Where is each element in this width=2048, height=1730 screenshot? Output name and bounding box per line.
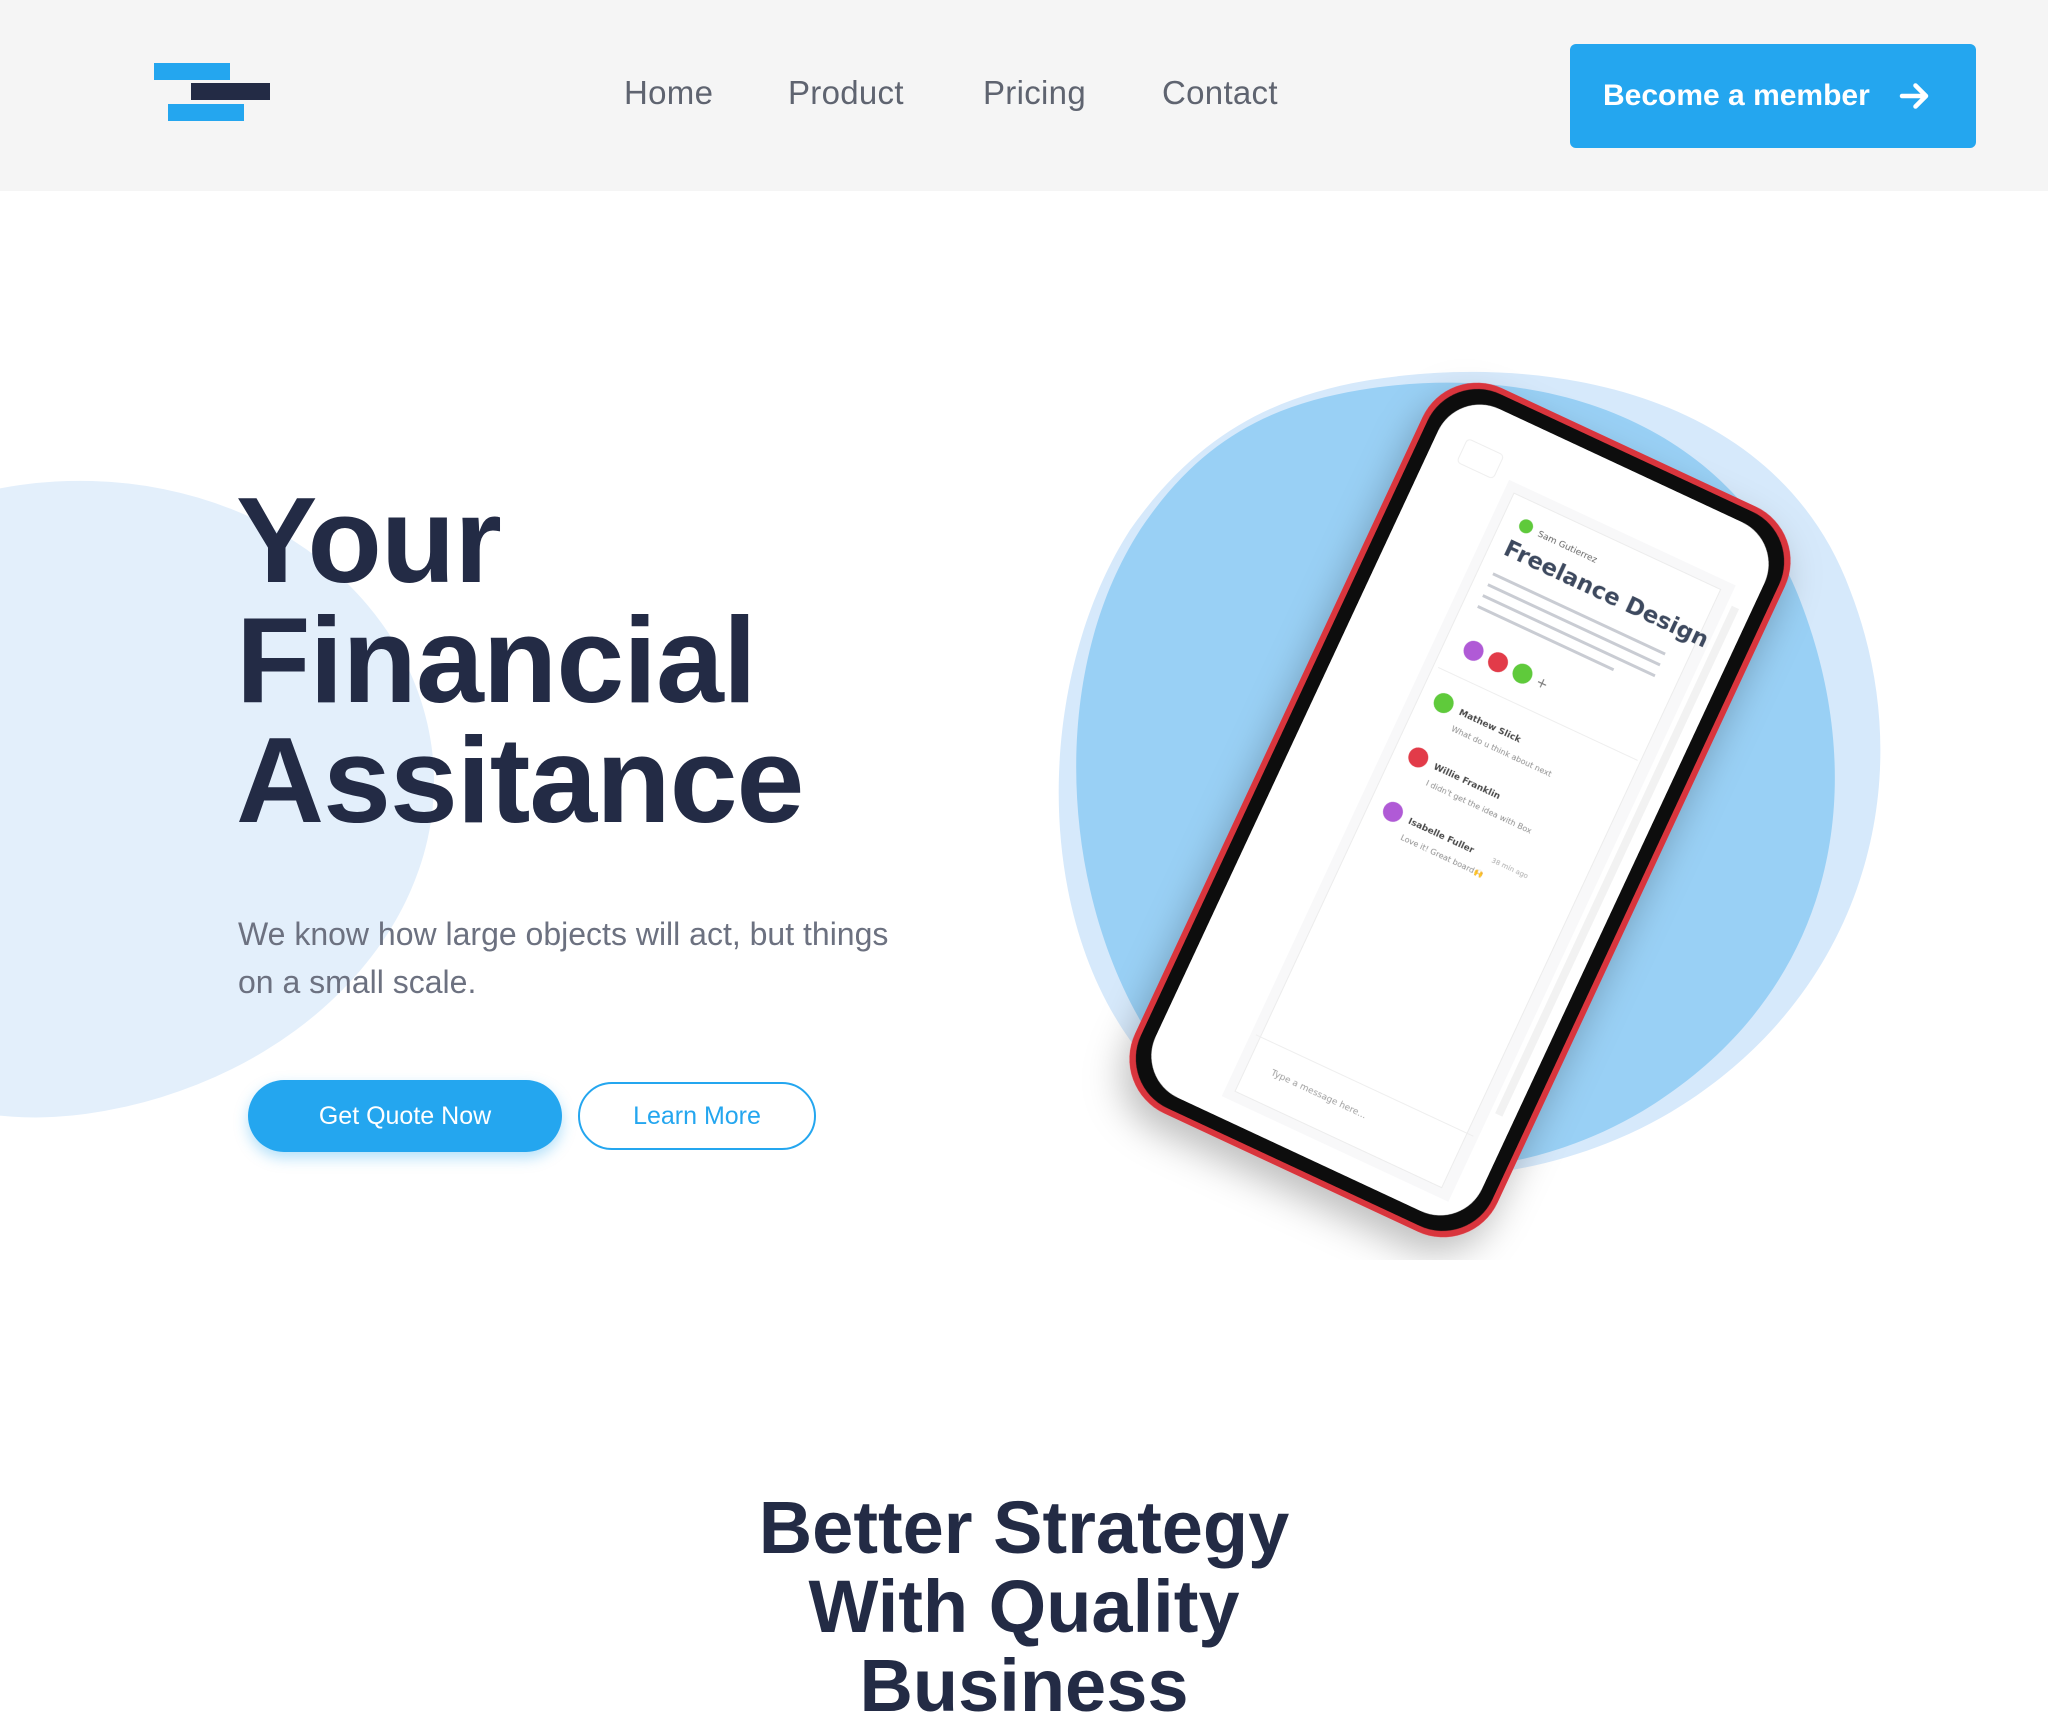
section-title-line-3: Business [859, 1644, 1189, 1727]
become-member-button[interactable]: Become a member [1570, 44, 1976, 148]
arrow-right-icon [1899, 83, 1929, 109]
hero-phone-illustration: Sam Gutierrez Freelance Design + Mathew … [1058, 371, 1881, 1238]
learn-more-button[interactable]: Learn More [578, 1082, 816, 1150]
become-member-label: Become a member [1603, 79, 1870, 112]
section-title-line-2: With Quality [808, 1565, 1240, 1648]
nav-pricing[interactable]: Pricing [983, 74, 1086, 112]
nav-contact[interactable]: Contact [1162, 74, 1278, 112]
hero-title-line-2: Financial [236, 592, 757, 728]
get-quote-button[interactable]: Get Quote Now [248, 1080, 562, 1152]
site-header: Home Product Pricing Contact Become a me… [0, 0, 2048, 191]
hero-title: Your Financial Assitance [236, 472, 956, 848]
nav-home[interactable]: Home [624, 74, 713, 112]
section-title: Better Strategy With Quality Business [0, 1488, 2048, 1725]
section-title-line-1: Better Strategy [758, 1486, 1290, 1569]
hero-subtitle: We know how large objects will act, but … [238, 916, 889, 1000]
nav-product[interactable]: Product [788, 74, 904, 112]
hero-title-line-3: Assitance [236, 712, 804, 848]
hero-title-line-1: Your [236, 472, 502, 608]
